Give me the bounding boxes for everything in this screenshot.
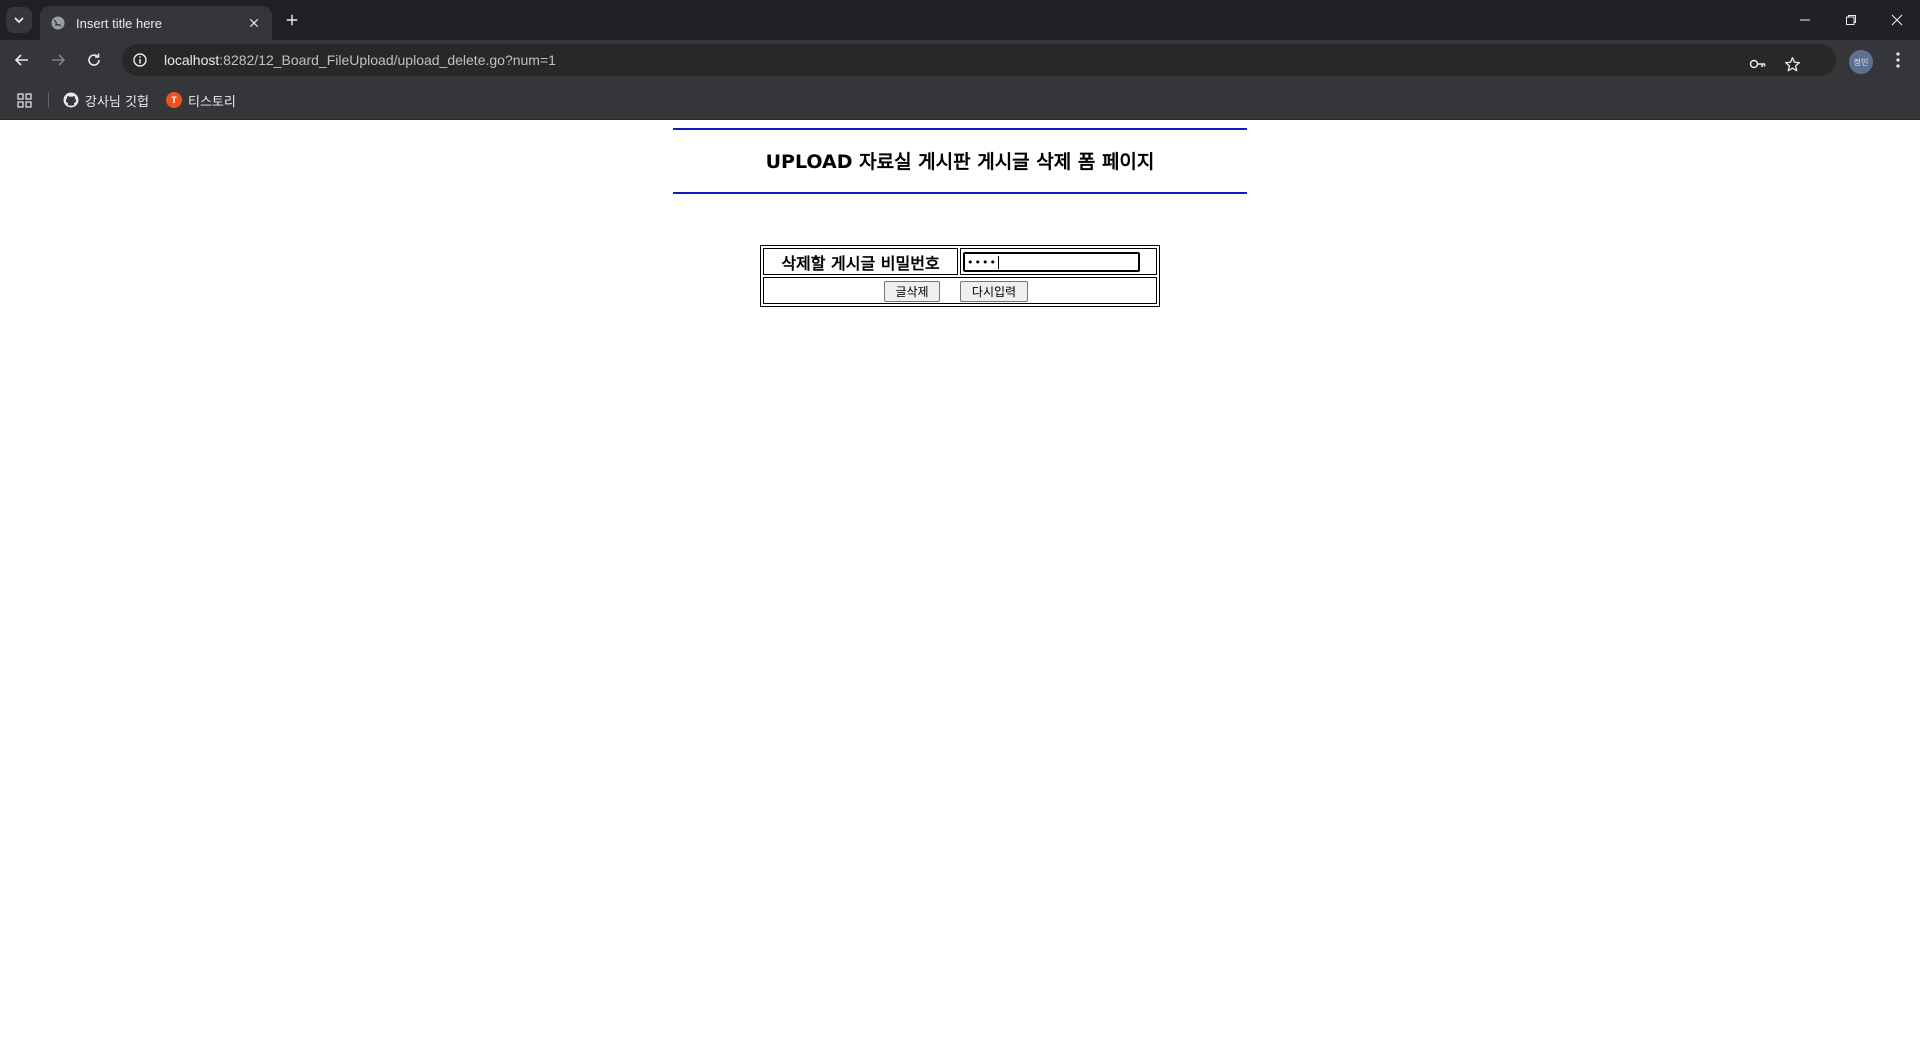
reset-button[interactable]: 다시입력 xyxy=(960,281,1028,302)
bookmark-star-button[interactable] xyxy=(1778,50,1806,78)
close-window-button[interactable] xyxy=(1874,0,1920,40)
globe-icon xyxy=(51,16,65,30)
delete-button[interactable]: 글삭제 xyxy=(884,281,940,302)
browser-toolbar: localhost:8282/12_Board_FileUpload/uploa… xyxy=(0,40,1920,80)
browser-menu-button[interactable] xyxy=(1884,46,1912,74)
back-button[interactable] xyxy=(8,46,36,74)
button-row: 글삭제 다시입력 xyxy=(763,277,1157,304)
password-row: 삭제할 게시글 비밀번호 •••• xyxy=(763,248,1157,275)
reload-button[interactable] xyxy=(80,46,108,74)
restore-button[interactable] xyxy=(1828,0,1874,40)
site-info-icon[interactable] xyxy=(126,46,154,74)
restore-icon xyxy=(1846,15,1856,25)
more-vert-icon xyxy=(1896,52,1900,68)
top-divider xyxy=(673,128,1247,130)
minimize-button[interactable] xyxy=(1782,0,1828,40)
password-label: 삭제할 게시글 비밀번호 xyxy=(763,248,958,275)
apps-button[interactable] xyxy=(14,90,34,110)
profile-avatar[interactable]: 정민 xyxy=(1849,50,1873,74)
new-tab-button[interactable] xyxy=(282,10,302,30)
text-caret xyxy=(997,255,999,269)
reload-icon xyxy=(88,53,100,66)
tab-search-button[interactable] xyxy=(6,7,32,33)
password-input[interactable]: •••• xyxy=(963,252,1140,272)
tab-close-icon[interactable] xyxy=(246,15,262,31)
bookmark-tistory[interactable]: T 티스토리 xyxy=(166,88,236,112)
github-icon xyxy=(63,92,79,108)
apps-grid-icon xyxy=(16,92,32,108)
bookmark-label: 강사님 깃헙 xyxy=(85,94,149,110)
bottom-divider xyxy=(673,192,1247,194)
page-title: UPLOAD 자료실 게시판 게시글 삭제 폼 페이지 xyxy=(765,151,1155,173)
close-icon xyxy=(1891,14,1903,26)
arrow-left-icon xyxy=(14,54,28,66)
browser-tab[interactable]: Insert title here xyxy=(40,6,272,40)
bookmarks-bar: 강사님 깃헙 T 티스토리 xyxy=(0,80,1920,120)
password-cell: •••• xyxy=(960,248,1157,275)
page-content: UPLOAD 자료실 게시판 게시글 삭제 폼 페이지 삭제할 게시글 비밀번호… xyxy=(0,121,1920,1040)
address-bar[interactable]: localhost:8282/12_Board_FileUpload/uploa… xyxy=(122,44,1836,76)
bookmark-github[interactable]: 강사님 깃헙 xyxy=(63,88,149,112)
key-icon xyxy=(1749,59,1766,69)
bookmark-label: 티스토리 xyxy=(188,94,236,110)
chevron-down-icon xyxy=(14,17,24,24)
arrow-right-icon xyxy=(52,54,66,66)
password-value: •••• xyxy=(967,255,997,269)
delete-form-table: 삭제할 게시글 비밀번호 •••• 글삭제 다시입력 xyxy=(760,245,1160,307)
plus-icon xyxy=(286,14,298,26)
forward-button[interactable] xyxy=(44,46,72,74)
profile-initials: 정민 xyxy=(1853,57,1869,67)
url-host: localhost xyxy=(164,52,220,68)
url-path: :8282/12_Board_FileUpload/upload_delete.… xyxy=(219,52,556,68)
bookmarks-separator xyxy=(48,92,49,108)
minimize-icon xyxy=(1800,19,1810,21)
tab-strip: Insert title here xyxy=(0,0,1920,40)
star-icon xyxy=(1784,56,1800,71)
password-key-button[interactable] xyxy=(1744,50,1772,78)
tab-title: Insert title here xyxy=(76,15,162,31)
url-text: localhost:8282/12_Board_FileUpload/uploa… xyxy=(164,52,556,68)
tistory-icon: T xyxy=(166,92,182,108)
